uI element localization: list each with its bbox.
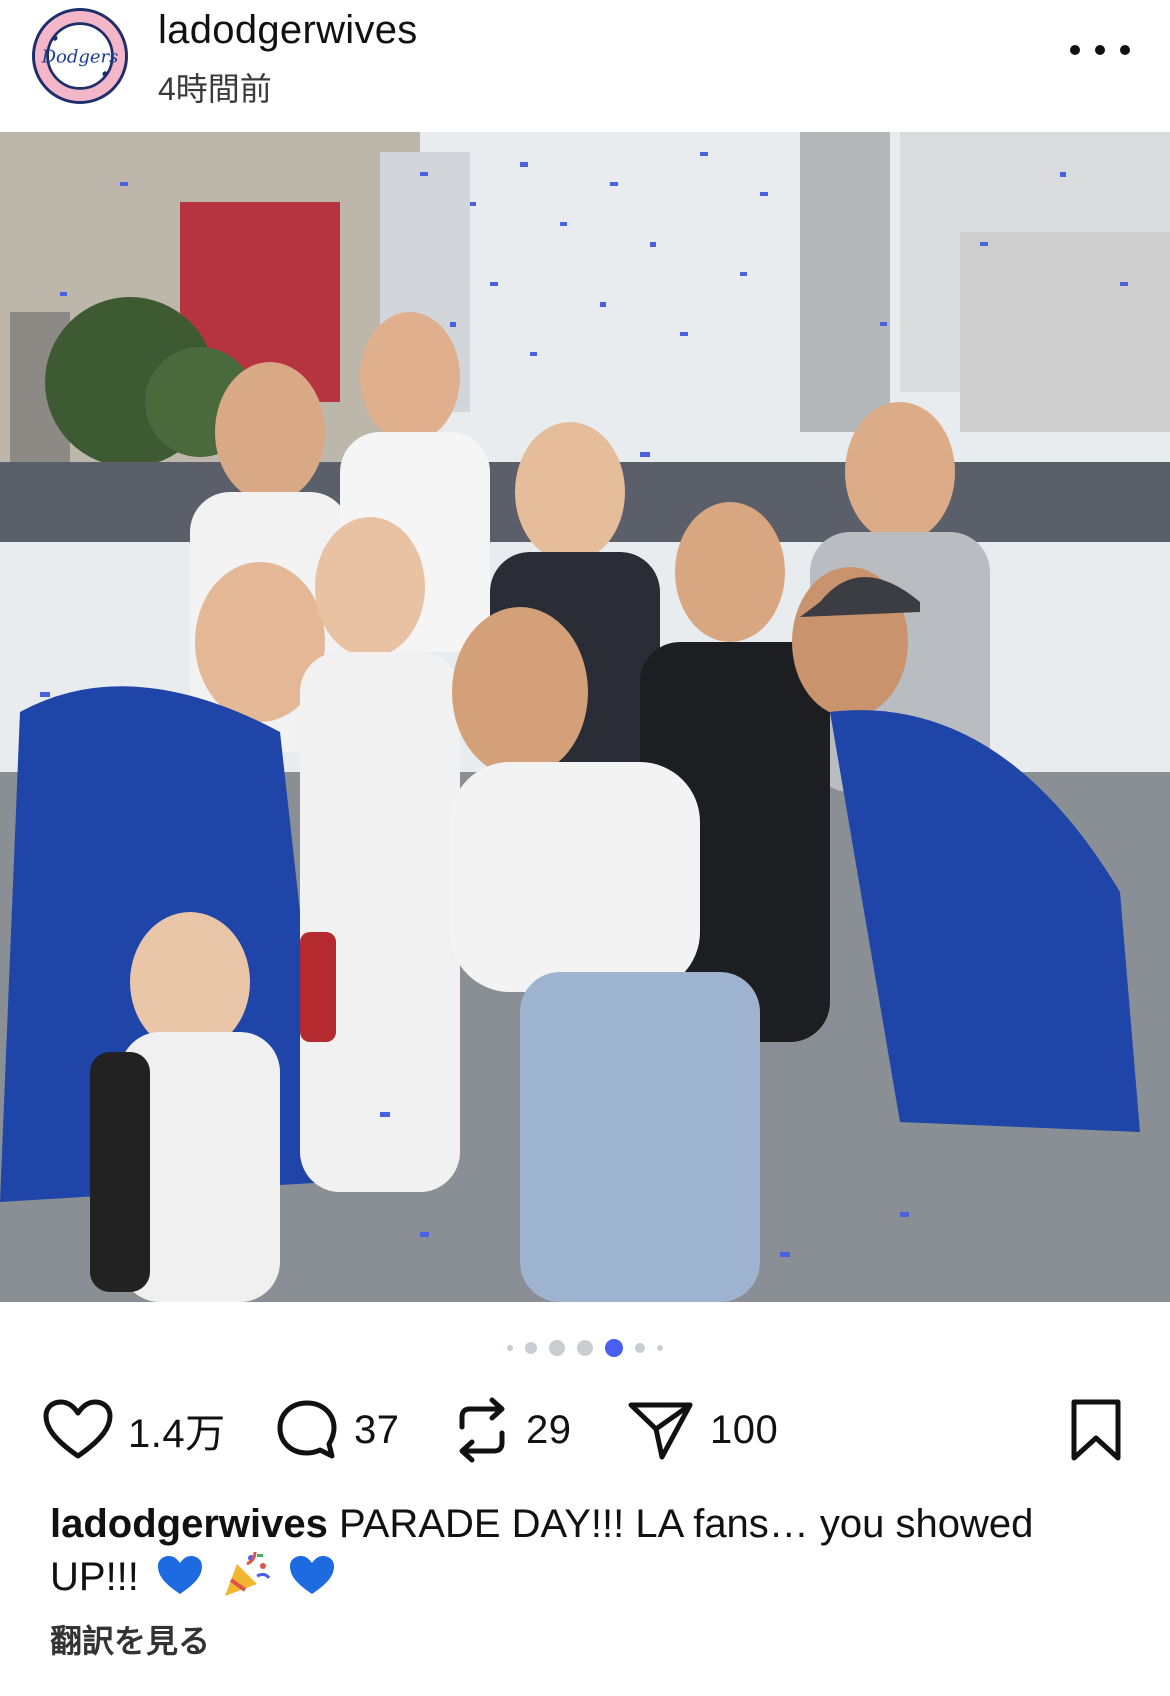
repost-icon[interactable]	[452, 1395, 512, 1465]
like-action[interactable]: 1.4万	[42, 1390, 226, 1470]
heart-icon[interactable]	[42, 1398, 114, 1462]
blue-heart-icon	[156, 1554, 204, 1611]
comment-count: 37	[354, 1407, 400, 1452]
bookmark-button[interactable]	[1068, 1398, 1124, 1467]
repost-action[interactable]: 29	[452, 1390, 572, 1470]
comment-action[interactable]: 37	[274, 1390, 400, 1470]
post-username[interactable]: ladodgerwives	[158, 8, 418, 53]
post-photo[interactable]	[0, 132, 1170, 1302]
party-popper-icon	[221, 1550, 271, 1611]
comment-icon[interactable]	[274, 1397, 340, 1463]
carousel-dot	[657, 1345, 663, 1351]
post-header: Dodgers ladodgerwives 4時間前	[0, 0, 1170, 132]
avatar-logo: Dodgers	[41, 46, 119, 67]
carousel-indicator	[0, 1336, 1170, 1360]
carousel-dot	[635, 1343, 645, 1353]
carousel-dot-active	[605, 1339, 623, 1357]
carousel-dot	[507, 1345, 513, 1351]
send-icon[interactable]	[626, 1397, 696, 1463]
repost-count: 29	[526, 1407, 572, 1452]
carousel-dot	[525, 1342, 537, 1354]
carousel-dot	[549, 1340, 565, 1356]
post-time: 4時間前	[158, 71, 272, 107]
post-caption: ladodgerwives PARADE DAY!!! LA fans… you…	[50, 1498, 1130, 1611]
action-bar: 1.4万 37 29 100	[0, 1390, 1170, 1470]
more-icon[interactable]	[1070, 28, 1130, 72]
share-action[interactable]: 100	[626, 1390, 778, 1470]
translate-link[interactable]: 翻訳を見る	[50, 1616, 210, 1662]
carousel-dot	[577, 1340, 593, 1356]
avatar[interactable]: Dodgers	[32, 8, 128, 104]
bookmark-icon[interactable]	[1068, 1398, 1124, 1462]
like-count: 1.4万	[128, 1412, 226, 1456]
blue-heart-icon	[288, 1554, 336, 1611]
share-count: 100	[710, 1407, 779, 1452]
caption-username[interactable]: ladodgerwives	[50, 1502, 328, 1546]
